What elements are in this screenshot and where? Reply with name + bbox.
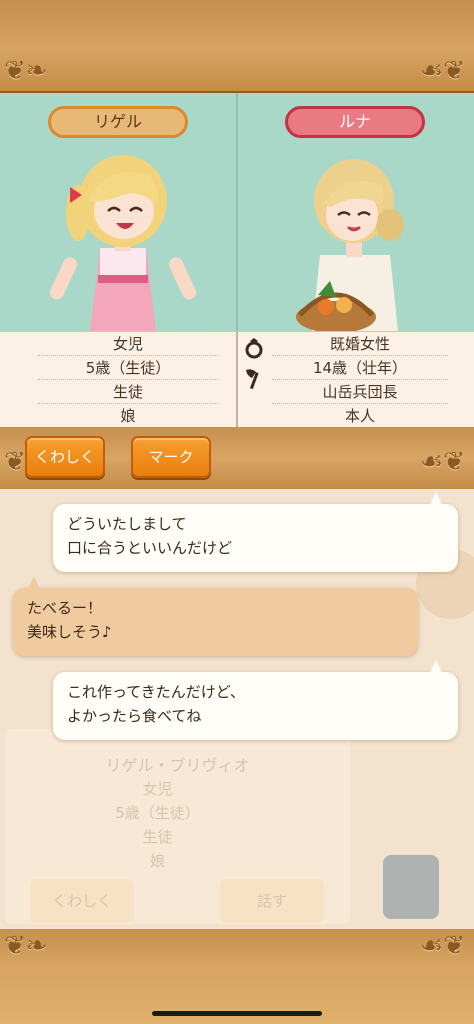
ornament-left-icon: ❦❧	[4, 56, 48, 86]
message-1-line-2: 口に合うといいんだけど	[67, 539, 233, 557]
left-info-age: 5歳（生徒）	[38, 356, 218, 380]
message-2-tail	[28, 576, 40, 589]
axe-icon	[246, 369, 259, 390]
details-button[interactable]: くわしく	[25, 436, 105, 478]
ornament-right-icon: ☙❦	[420, 447, 466, 477]
background-info-relation: 娘	[149, 852, 165, 870]
profile-divider	[236, 93, 238, 331]
left-info-relation: 娘	[38, 404, 218, 428]
chat-area: リゲル・ブリヴィオ 女児 5歳（生徒） 生徒 娘 くわしく 話す どういたしまし…	[0, 489, 474, 929]
message-bubble-3: これ作ってきたんだけど、 よかったら食べてね	[53, 672, 458, 740]
right-name-pill[interactable]: ルナ	[285, 106, 425, 138]
button-bar: ❦❧ ☙❦ くわしく マーク	[0, 427, 474, 489]
ornament-right-icon: ☙❦	[420, 931, 466, 961]
message-3-line-2: よかったら食べてね	[67, 707, 202, 725]
background-talk-button: 話す	[220, 879, 324, 923]
message-bubble-1: どういたしまして 口に合うといいんだけど	[53, 504, 458, 572]
home-indicator[interactable]	[152, 1011, 322, 1016]
mark-button[interactable]: マーク	[131, 436, 211, 478]
bottom-bar: ❦❧ ☙❦	[0, 929, 474, 1024]
info-divider	[236, 332, 238, 428]
background-name: リゲル・ブリヴィオ	[105, 756, 250, 775]
background-info-gender: 女児	[142, 780, 173, 798]
message-3-line-1: これ作ってきたんだけど、	[67, 683, 246, 701]
message-3-tail	[430, 660, 442, 673]
background-hex-icon	[383, 855, 439, 919]
ornament-left-icon: ❦❧	[4, 931, 48, 961]
ring-icon	[245, 338, 263, 359]
ornament-right-icon: ☙❦	[420, 56, 466, 86]
message-1-tail	[430, 492, 442, 505]
background-info-job: 生徒	[142, 828, 173, 846]
message-2-line-2: 美味しそう♪	[27, 623, 112, 641]
right-info-status: 既婚女性	[272, 332, 448, 356]
right-info-relation: 本人	[272, 404, 448, 428]
background-details-button: くわしく	[30, 879, 134, 923]
message-bubble-2: たべるー！ 美味しそう♪	[13, 588, 418, 656]
background-info-age: 5歳（生徒）	[115, 804, 200, 822]
message-2-line-1: たべるー！	[27, 599, 103, 617]
left-info-gender: 女児	[38, 332, 218, 356]
message-1-line-1: どういたしまして	[67, 515, 187, 533]
left-name-pill[interactable]: リゲル	[48, 106, 188, 138]
left-info-job: 生徒	[38, 380, 218, 404]
top-bar: ❦❧ ☙❦	[0, 0, 474, 93]
info-table: 女児 5歳（生徒） 生徒 娘 既婚女性 14歳（壮年） 山岳兵団長 本人	[0, 331, 474, 428]
left-character-avatar	[49, 155, 197, 331]
right-character-avatar	[296, 159, 404, 331]
right-info-age: 14歳（壮年）	[272, 356, 448, 380]
profile-area: リゲル ルナ	[0, 93, 474, 331]
right-info-column: 既婚女性 14歳（壮年） 山岳兵団長 本人	[272, 332, 448, 428]
right-info-job: 山岳兵団長	[272, 380, 448, 404]
left-info-column: 女児 5歳（生徒） 生徒 娘	[38, 332, 218, 428]
